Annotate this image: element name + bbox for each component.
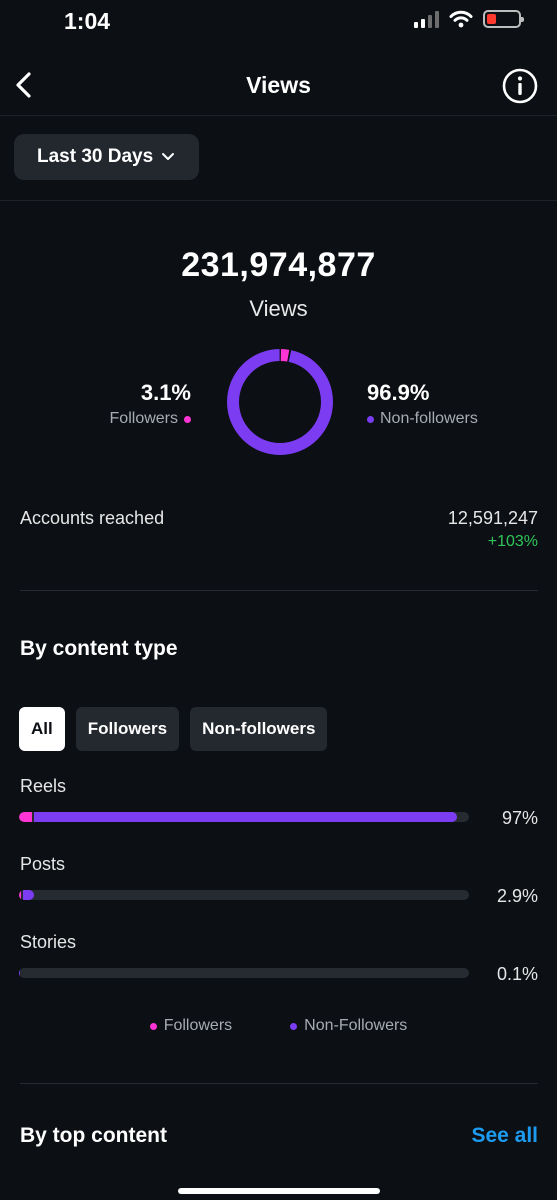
views-donut-chart <box>227 349 333 455</box>
filter-non-followers[interactable]: Non-followers <box>190 707 328 751</box>
legend-followers-label: Followers <box>163 1017 233 1034</box>
row-label-reels: Reels <box>20 776 67 796</box>
section-divider <box>20 590 538 591</box>
non-followers-percent: 96.9% <box>367 380 430 405</box>
bar-posts-non-followers <box>22 890 35 900</box>
chevron-down-icon <box>162 153 175 160</box>
bar-posts <box>19 890 469 900</box>
see-all-link[interactable]: See all <box>471 1124 538 1148</box>
views-label: Views <box>249 296 308 321</box>
wifi-icon <box>449 10 473 28</box>
accounts-reached-change: +103% <box>487 533 538 550</box>
total-views-value: 231,974,877 <box>181 246 376 284</box>
non-followers-color-dot <box>367 415 374 423</box>
info-icon[interactable] <box>501 67 539 105</box>
bar-posts-followers <box>19 890 21 900</box>
row-percent-reels: 97% <box>501 808 538 828</box>
bar-reels-followers <box>19 812 33 822</box>
legend-non-followers-dot <box>290 1022 298 1030</box>
followers-percent: 3.1% <box>140 380 191 405</box>
filter-all[interactable]: All <box>19 707 65 751</box>
bar-reels-non-followers <box>34 812 458 822</box>
top-content-title: By top content <box>20 1124 167 1147</box>
battery-icon <box>483 10 524 28</box>
content-type-legend: Followers Non-Followers <box>0 1017 557 1035</box>
home-indicator[interactable] <box>178 1188 380 1194</box>
content-type-filters: All Followers Non-followers <box>19 707 328 751</box>
legend-followers-dot <box>149 1022 157 1030</box>
row-label-stories: Stories <box>20 932 77 952</box>
status-icons <box>414 10 524 28</box>
date-range-button[interactable]: Last 30 Days <box>14 134 200 180</box>
bar-stories <box>19 968 469 978</box>
row-label-posts: Posts <box>20 854 66 874</box>
content-type-title: By content type <box>20 637 178 660</box>
followers-label: Followers <box>109 410 178 427</box>
legend-followers: Followers <box>149 1017 233 1035</box>
section-divider <box>0 200 557 201</box>
header-divider <box>0 115 557 116</box>
battery-level <box>487 14 496 24</box>
section-divider <box>20 1083 538 1084</box>
legend-non-followers: Non-Followers <box>290 1017 407 1035</box>
row-percent-stories: 0.1% <box>496 964 538 984</box>
page-title: Views <box>246 72 311 98</box>
accounts-reached-value: 12,591,247 <box>447 508 538 528</box>
row-percent-posts: 2.9% <box>496 886 538 906</box>
cellular-signal-icon <box>414 10 439 28</box>
followers-color-dot <box>184 415 191 423</box>
non-followers-stat: 96.9% Non-followers <box>367 380 478 428</box>
date-range-label: Last 30 Days <box>37 146 154 167</box>
bar-reels <box>19 812 469 822</box>
donut-non-followers-segment <box>227 349 333 455</box>
status-time: 1:04 <box>64 8 111 34</box>
filter-followers[interactable]: Followers <box>75 707 180 751</box>
legend-non-followers-label: Non-Followers <box>304 1017 408 1034</box>
non-followers-label: Non-followers <box>380 410 478 427</box>
followers-stat: 3.1% Followers <box>110 380 191 428</box>
accounts-reached-label: Accounts reached <box>20 508 165 528</box>
